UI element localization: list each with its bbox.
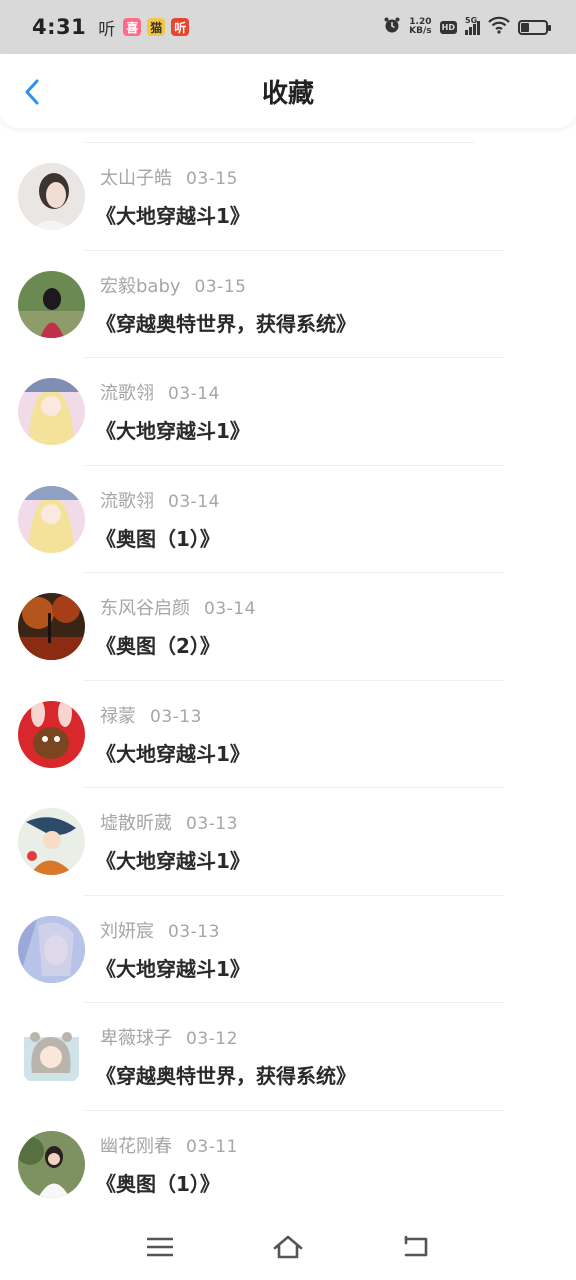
- item-date: 03-13: [168, 921, 220, 942]
- wifi-icon: [488, 16, 510, 38]
- item-date: 03-13: [186, 814, 238, 835]
- list-item[interactable]: 流歌翎 03-14 《奥图（1）》: [0, 466, 576, 573]
- battery-icon: [518, 19, 551, 35]
- list-item[interactable]: 墟散昕葳 03-13 《大地穿越斗1》: [0, 788, 576, 896]
- item-username[interactable]: 流歌翎: [100, 379, 154, 405]
- status-right: 1.20 KB/s HD 5G: [383, 16, 551, 38]
- listen-app-icon: 听: [171, 18, 190, 36]
- menu-button[interactable]: [140, 1232, 180, 1262]
- cat-app-icon: 猫: [147, 18, 166, 36]
- item-title[interactable]: 《奥图（1）》: [96, 523, 220, 552]
- list-item[interactable]: 东风谷启颜 03-14 《奥图（2）》: [0, 573, 576, 681]
- ting-app-icon: 听: [98, 19, 116, 40]
- item-title[interactable]: 《穿越奥特世界，获得系统》: [96, 308, 356, 337]
- avatar[interactable]: [18, 915, 85, 983]
- item-username[interactable]: 东风谷启颜: [100, 594, 190, 620]
- avatar[interactable]: [18, 808, 85, 876]
- item-username[interactable]: 墟散昕葳: [100, 809, 172, 835]
- item-title[interactable]: 《大地穿越斗1》: [96, 738, 250, 767]
- network-speed: 1.20 KB/s: [409, 18, 431, 36]
- avatar[interactable]: [18, 593, 85, 661]
- item-username[interactable]: 禄蒙: [100, 702, 136, 728]
- header: 收藏: [0, 54, 576, 128]
- battery-level: [521, 22, 529, 32]
- item-title[interactable]: 《大地穿越斗1》: [96, 415, 250, 444]
- item-title[interactable]: 《奥图（2）》: [96, 630, 256, 659]
- list-item[interactable]: 太山子皓 03-15 《大地穿越斗1》: [0, 143, 576, 251]
- avatar[interactable]: [18, 163, 85, 231]
- status-time: 4:31: [32, 15, 87, 39]
- back-button[interactable]: [18, 76, 46, 108]
- list-item[interactable]: 刘妍宸 03-13 《大地穿越斗1》: [0, 896, 576, 1003]
- network-type: 5G: [465, 16, 478, 25]
- avatar[interactable]: [18, 485, 85, 553]
- back-icon: [404, 1235, 428, 1257]
- item-date: 03-15: [194, 276, 247, 297]
- item-date: 03-12: [186, 1029, 238, 1050]
- item-date: 03-14: [168, 491, 220, 512]
- avatar[interactable]: [18, 378, 85, 446]
- favorites-list: 太山子皓 03-15 《大地穿越斗1》 宏毅baby 03-15 《穿越奥特世界…: [0, 143, 576, 1218]
- item-date: 03-13: [150, 706, 202, 727]
- avatar[interactable]: [18, 270, 85, 338]
- alarm-icon: [383, 16, 401, 38]
- item-title[interactable]: 《大地穿越斗1》: [96, 200, 250, 229]
- list-item[interactable]: 禄蒙 03-13 《大地穿越斗1》: [0, 681, 576, 788]
- hd-badge: HD: [439, 20, 457, 34]
- item-username[interactable]: 刘妍宸: [100, 917, 154, 943]
- list-item[interactable]: 幽花刚春 03-11 《奥图（1）》: [0, 1111, 576, 1219]
- list-item[interactable]: 卑薇球子 03-12 《穿越奥特世界，获得系统》: [0, 1003, 576, 1111]
- item-username[interactable]: 流歌翎: [100, 487, 154, 513]
- list-item[interactable]: 宏毅baby 03-15 《穿越奥特世界，获得系统》: [0, 251, 576, 358]
- item-date: 03-14: [204, 599, 256, 620]
- item-title[interactable]: 《大地穿越斗1》: [96, 845, 250, 874]
- signal-icon: 5G: [465, 16, 480, 35]
- chevron-left-icon: [25, 79, 39, 105]
- item-username[interactable]: 幽花刚春: [100, 1132, 172, 1158]
- item-date: 03-14: [168, 384, 220, 405]
- avatar[interactable]: [18, 700, 85, 768]
- item-username[interactable]: 卑薇球子: [100, 1024, 172, 1050]
- notification-icons: 听 喜 猫 听: [96, 18, 190, 40]
- page-title: 收藏: [261, 78, 314, 109]
- item-date: 03-15: [186, 169, 238, 190]
- speed-unit: KB/s: [409, 26, 432, 36]
- home-icon: [273, 1235, 303, 1259]
- list-item[interactable]: 流歌翎 03-14 《大地穿越斗1》: [0, 358, 576, 466]
- item-title[interactable]: 《穿越奥特世界，获得系统》: [96, 1060, 356, 1089]
- item-title[interactable]: 《奥图（1）》: [96, 1168, 238, 1197]
- system-back-button[interactable]: [396, 1232, 436, 1262]
- item-username[interactable]: 宏毅baby: [100, 272, 181, 298]
- system-nav-bar: [0, 1214, 576, 1280]
- menu-icon: [147, 1237, 173, 1257]
- item-date: 03-11: [186, 1136, 238, 1157]
- home-button[interactable]: [268, 1232, 308, 1262]
- item-title[interactable]: 《大地穿越斗1》: [96, 953, 250, 982]
- status-bar: 4:31 听 喜 猫 听 1.20 KB/s HD 5G: [0, 0, 576, 54]
- avatar[interactable]: [18, 1023, 85, 1091]
- avatar[interactable]: [18, 1130, 85, 1198]
- item-username[interactable]: 太山子皓: [100, 164, 172, 190]
- xi-app-icon: 喜: [123, 18, 142, 36]
